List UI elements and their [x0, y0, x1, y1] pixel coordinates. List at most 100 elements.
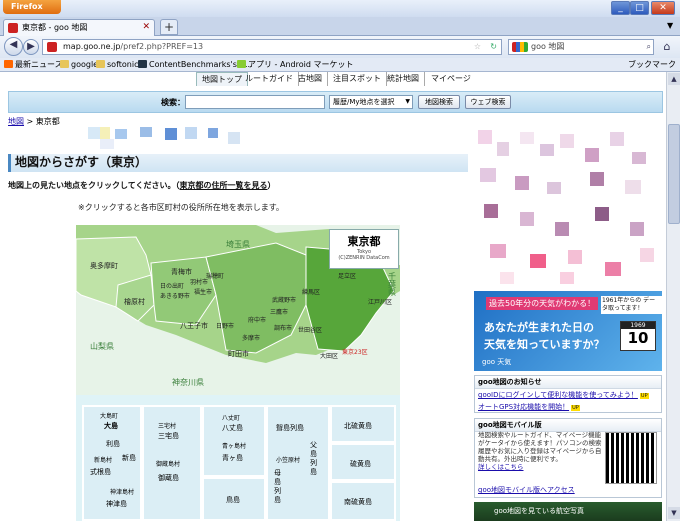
page-content: 地図トップ ルートガイド 古地図 注目スポット 統計地図 マイページ 検索： 履… [0, 72, 666, 521]
navigation-toolbar: ◀ ▶ map.goo.ne.jp/pref2.php?PREF=13 ☆ ↻ … [0, 36, 680, 58]
bookmark-contentbenchmarks[interactable]: ContentBenchmarks's B... [138, 58, 253, 71]
maximize-button[interactable]: □ [630, 1, 649, 15]
close-window-button[interactable]: ✕ [651, 1, 675, 15]
goo-weather-logo: goo 天気 [482, 358, 512, 366]
news-item[interactable]: オートGPS対応機能を開始！ UP [475, 401, 661, 413]
url-bar[interactable]: map.goo.ne.jp/pref2.php?PREF=13 ☆ ↻ [42, 39, 502, 55]
list-all-tabs-icon[interactable]: ▼ [667, 21, 673, 30]
breadcrumb-current: 東京都 [35, 117, 60, 126]
bookmark-news[interactable]: 最新ニュース [4, 58, 63, 71]
bookmark-star-icon[interactable]: ☆ [474, 40, 481, 54]
scroll-up-icon[interactable]: ▲ [668, 73, 680, 85]
nav-stat-map[interactable]: 統計地図 [382, 72, 425, 86]
history-select[interactable]: 履歴/My地点を選択 [329, 95, 413, 109]
up-badge: UP [639, 393, 649, 399]
label-chofu[interactable]: 調布市 [274, 323, 292, 332]
label-setagaya[interactable]: 世田谷区 [298, 325, 322, 334]
mobile-box: goo地図モバイル版 地図検索やルートガイド、マイページ機能がケータイから使えま… [474, 418, 662, 498]
reload-icon[interactable]: ↻ [490, 40, 497, 54]
tab-title: 東京都 - goo 地図 [22, 23, 88, 32]
iwoto-panel[interactable]: 硫黄島 [330, 443, 396, 481]
map-search-button[interactable]: 地図検索 [418, 95, 460, 109]
forward-button[interactable]: ▶ [23, 39, 39, 55]
page-title: 地図からさがす（東京） [8, 154, 468, 172]
nav-route-guide[interactable]: ルートガイド [240, 72, 299, 86]
android-icon [237, 60, 246, 68]
label-hino[interactable]: 日野市 [216, 321, 234, 330]
torishima-panel[interactable]: 鳥島 [202, 477, 266, 521]
label-adachi[interactable]: 足立区 [338, 271, 356, 280]
miyake-mikura-panel[interactable]: 三宅村 三宅島 御蔵島村 御蔵島 [142, 405, 202, 521]
site-identity-icon[interactable] [47, 42, 57, 52]
kita-iwoto-panel[interactable]: 北硫黄島 [330, 405, 396, 443]
address-list-link[interactable]: 東京都の住所一覧を見る [180, 181, 268, 190]
bookmarks-menu[interactable]: ブックマーク [628, 58, 676, 71]
label-hachioji[interactable]: 八王子市 [180, 321, 208, 331]
bookmark-google[interactable]: google [60, 58, 98, 71]
search-engine-label: goo 地図 [531, 42, 565, 51]
label-fuchu[interactable]: 府中市 [248, 315, 266, 324]
instructions: 地図上の見たい地点をクリックしてください。（東京都の住所一覧を見る） [8, 181, 276, 190]
tab-goo-map[interactable]: 東京都 - goo 地図 ✕ [3, 19, 155, 36]
search-go-icon[interactable]: ⌕ [647, 40, 651, 54]
label-okutama[interactable]: 奥多摩町 [90, 261, 118, 271]
minami-iwoto-panel[interactable]: 南硫黄島 [330, 481, 396, 521]
up-badge: UP [571, 405, 580, 411]
url-path: /pref2.php?PREF=13 [120, 42, 204, 51]
ogasawara-panel[interactable]: 聟島列島 父島列島 母島列島 小笠原村 [266, 405, 330, 521]
firefox-menu-button[interactable]: Firefox [3, 0, 61, 14]
bookmark-android-market[interactable]: アプリ - Android マーケット [237, 58, 353, 71]
news-box: goo地図のお知らせ gooIDにログインして便利な機能を使ってみよう！ UP オ… [474, 375, 662, 413]
label-musashino[interactable]: 武蔵野市 [272, 295, 296, 304]
new-tab-button[interactable]: + [160, 19, 178, 35]
news-item[interactable]: gooIDにログインして便利な機能を使ってみよう！ UP [475, 389, 661, 401]
search-bar[interactable]: goo 地図 ⌕ [508, 39, 654, 55]
scroll-down-icon[interactable]: ▼ [668, 507, 680, 519]
minimize-button[interactable]: _ [611, 1, 630, 15]
map-search-input[interactable] [185, 95, 325, 109]
label-fussa[interactable]: 福生市 [194, 287, 212, 296]
aerial-photo-promo[interactable]: goo地図を見ている航空写真 [474, 502, 662, 521]
label-kanagawa: 神奈川県 [172, 378, 204, 387]
label-ome[interactable]: 青梅市 [171, 267, 192, 277]
weather-promo-banner[interactable]: 過去50年分の天気がわかる！ あなたが生まれた日の 天気を知っていますか？ 19… [474, 291, 662, 371]
scroll-thumb[interactable] [668, 124, 680, 224]
nav-spots[interactable]: 注目スポット [328, 72, 387, 86]
mobile-description: 地図検索やルートガイド、マイページ機能がケータイから使えます！パソコンの検索履歴… [478, 431, 602, 471]
label-mizuho[interactable]: 瑞穂町 [206, 271, 224, 280]
bookmarks-toolbar: 最新ニュース google softonic ContentBenchmarks… [0, 58, 680, 72]
nav-my-page[interactable]: マイページ [426, 72, 476, 86]
blog-icon [138, 60, 147, 68]
more-info-link[interactable]: 詳しくはこちら [478, 463, 524, 471]
label-edogawa[interactable]: 江戸川区 [368, 297, 392, 306]
label-nerima[interactable]: 練馬区 [302, 287, 320, 296]
page-scrollbar[interactable]: ▲ ▼ [666, 72, 680, 521]
url-host: map.goo.ne.jp [63, 42, 121, 51]
label-ota[interactable]: 大田区 [320, 351, 338, 360]
bookmark-softonic[interactable]: softonic [96, 58, 138, 71]
breadcrumb-map-link[interactable]: 地図 [8, 117, 24, 126]
label-hinode[interactable]: 日の出町 [160, 281, 184, 290]
news-title: goo地図のお知らせ [475, 376, 661, 389]
label-yamanashi: 山梨県 [90, 342, 114, 351]
legend-title: 東京都 [347, 235, 381, 248]
window-title-bar: Firefox _ □ ✕ [0, 0, 680, 17]
label-mitaka[interactable]: 三鷹市 [270, 307, 288, 316]
web-search-button[interactable]: ウェブ検索 [465, 95, 511, 109]
label-chiba: 千葉県 [388, 272, 396, 297]
label-tama[interactable]: 多摩市 [242, 333, 260, 342]
back-button[interactable]: ◀ [4, 37, 23, 56]
home-icon[interactable]: ⌂ [659, 40, 675, 54]
label-hinohara[interactable]: 檜原村 [124, 297, 145, 307]
hachijo-panel[interactable]: 八丈町 八丈島 青ヶ島村 青ヶ島 [202, 405, 266, 477]
search-engine-icon[interactable] [512, 42, 528, 52]
mobile-access-link[interactable]: goo地図モバイル版へアクセス [478, 485, 575, 495]
folder-icon [60, 60, 69, 68]
label-akiruno[interactable]: あきる野市 [160, 291, 190, 300]
tokyo-map[interactable]: 埼玉県 山梨県 神奈川県 千葉県 東京23区 奥多摩町 檜原村 青梅市 日の出町… [76, 225, 400, 521]
tab-close-icon[interactable]: ✕ [142, 20, 150, 35]
izu-north-islands-panel[interactable]: 大島町 大島 利島 新島 新島村 式根島 神津島 神津島村 [82, 405, 142, 521]
nav-old-map[interactable]: 古地図 [293, 72, 328, 86]
label-23-wards[interactable]: 東京23区 [342, 347, 368, 356]
label-machida[interactable]: 町田市 [228, 349, 249, 359]
